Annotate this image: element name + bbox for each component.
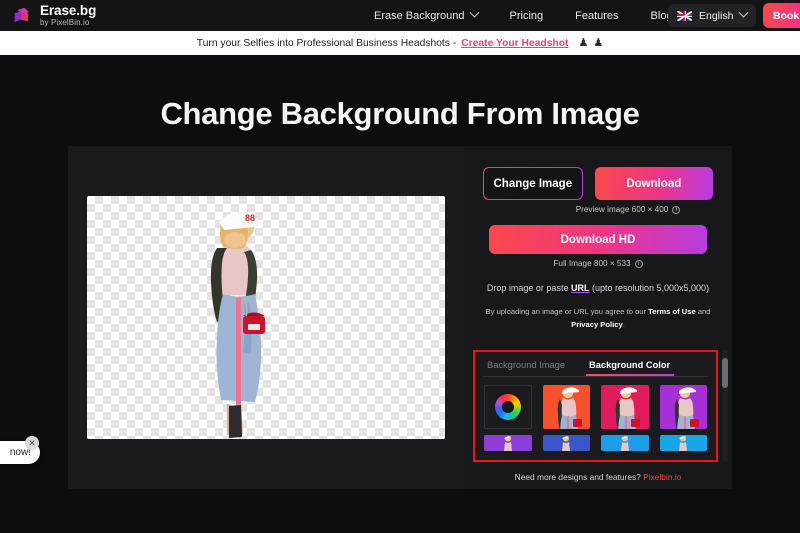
swatch-thumbnail bbox=[557, 387, 582, 429]
transparent-canvas[interactable]: 88 bbox=[87, 196, 445, 439]
full-image-meta-label: Full Image 800 × 533 bbox=[553, 259, 631, 268]
terms-notice: By uploading an image or URL you agree t… bbox=[464, 306, 732, 332]
logo-title: Erase.bg bbox=[40, 2, 97, 18]
full-image-meta: Full Image 800 × 533 i bbox=[464, 259, 732, 268]
terms-prefix: By uploading an image or URL you agree t… bbox=[485, 307, 649, 317]
color-wheel-picker[interactable] bbox=[484, 385, 532, 429]
language-label: English bbox=[699, 9, 734, 22]
info-icon[interactable]: i bbox=[672, 205, 681, 214]
preview-meta-label: Preview image 600 × 400 bbox=[575, 205, 669, 214]
svg-text:88: 88 bbox=[245, 213, 255, 223]
swatch-thumbnail bbox=[615, 387, 641, 429]
chevron-down-icon bbox=[739, 7, 749, 18]
person-male-icon: ♟ bbox=[593, 36, 604, 49]
swatch-row-small bbox=[475, 429, 716, 451]
side-panel: Change Image Download Preview image 600 … bbox=[464, 146, 732, 489]
tab-background-image[interactable]: Background Image bbox=[483, 358, 575, 376]
promo-banner: Turn your Selfies into Professional Busi… bbox=[0, 31, 800, 55]
nav-item-pricing[interactable]: Pricing bbox=[494, 0, 560, 31]
swatch-orange-red[interactable] bbox=[542, 385, 591, 429]
book-a-demo-button[interactable]: Book a bbox=[763, 3, 800, 28]
subject-cutout-image: 88 bbox=[210, 212, 265, 438]
drop-instructions: Drop image or paste URL (upto resolution… bbox=[464, 281, 732, 295]
editor-container: 88 Change Image Download Preview image 6… bbox=[68, 146, 732, 489]
preview-meta: Preview image 600 × 400 i bbox=[524, 205, 732, 214]
swatch-thumbnail bbox=[503, 436, 512, 451]
nav-item-features[interactable]: Features bbox=[559, 0, 634, 31]
promo-text: Turn your Selfies into Professional Busi… bbox=[196, 37, 457, 49]
drop-prefix: Drop image or paste bbox=[486, 283, 569, 293]
create-headshot-link[interactable]: Create Your Headshot bbox=[461, 38, 568, 49]
logo-subtitle: by PixelBin.io bbox=[40, 18, 90, 28]
privacy-policy-link[interactable]: Privacy Policy bbox=[571, 320, 623, 329]
page-title: Change Background From Image bbox=[160, 96, 640, 131]
terms-and: and bbox=[695, 307, 711, 317]
panel-scrollbar-thumb[interactable] bbox=[722, 358, 728, 388]
swatch-thumbnail bbox=[674, 387, 699, 429]
swatch-thumbnail bbox=[620, 436, 629, 451]
download-button[interactable]: Download bbox=[594, 167, 713, 200]
change-image-button[interactable]: Change Image bbox=[483, 167, 583, 200]
info-icon[interactable]: i bbox=[634, 259, 643, 268]
swatch-cyan[interactable] bbox=[659, 435, 707, 451]
top-navbar: Erase.bg by PixelBin.io Erase Background… bbox=[0, 0, 800, 31]
pixelbin-link[interactable]: Pixelbin.io bbox=[643, 472, 681, 482]
swatch-violet[interactable] bbox=[484, 435, 532, 451]
swatch-row-large bbox=[475, 377, 716, 429]
nav-item-label: Erase Background bbox=[374, 9, 465, 22]
nav-item-erase-background[interactable]: Erase Background bbox=[358, 0, 494, 31]
drop-suffix: (upto resolution 5,000x5,000) bbox=[591, 283, 710, 293]
swatch-thumbnail bbox=[679, 436, 688, 451]
need-more-designs-text: Need more designs and features? Pixelbin… bbox=[464, 472, 732, 482]
background-tabs: Background Image Background Color bbox=[475, 352, 716, 376]
terms-period: . bbox=[622, 320, 625, 330]
close-icon[interactable]: ✕ bbox=[25, 436, 39, 450]
erasebg-logo-icon bbox=[11, 5, 33, 27]
need-more-label: Need more designs and features? bbox=[514, 472, 641, 482]
color-wheel-icon bbox=[494, 394, 521, 420]
terms-of-use-link[interactable]: Terms of Use bbox=[648, 307, 696, 316]
nav-links: Erase Background Pricing Features Blogs bbox=[358, 0, 694, 31]
brand-logo[interactable]: Erase.bg by PixelBin.io bbox=[11, 4, 96, 28]
swatch-purple[interactable] bbox=[659, 385, 707, 429]
primary-action-row: Change Image Download bbox=[464, 167, 732, 200]
tab-background-color[interactable]: Background Color bbox=[575, 358, 680, 376]
swatch-royal-blue[interactable] bbox=[542, 435, 590, 451]
canvas-pane: 88 bbox=[68, 146, 464, 489]
swatch-sky-blue[interactable] bbox=[601, 435, 649, 451]
language-selector[interactable]: English bbox=[668, 4, 757, 27]
swatch-thumbnail bbox=[562, 436, 571, 451]
paste-url-link[interactable]: URL bbox=[571, 283, 590, 293]
download-hd-button[interactable]: Download HD bbox=[489, 225, 707, 254]
swatch-crimson-pink[interactable] bbox=[601, 385, 649, 429]
background-picker-panel: Background Image Background Color bbox=[473, 350, 718, 462]
promo-icons: ♟ ♟ bbox=[578, 36, 604, 49]
person-female-icon: ♟ bbox=[578, 36, 589, 49]
chevron-down-icon bbox=[469, 7, 479, 18]
uk-flag-icon bbox=[677, 10, 692, 21]
